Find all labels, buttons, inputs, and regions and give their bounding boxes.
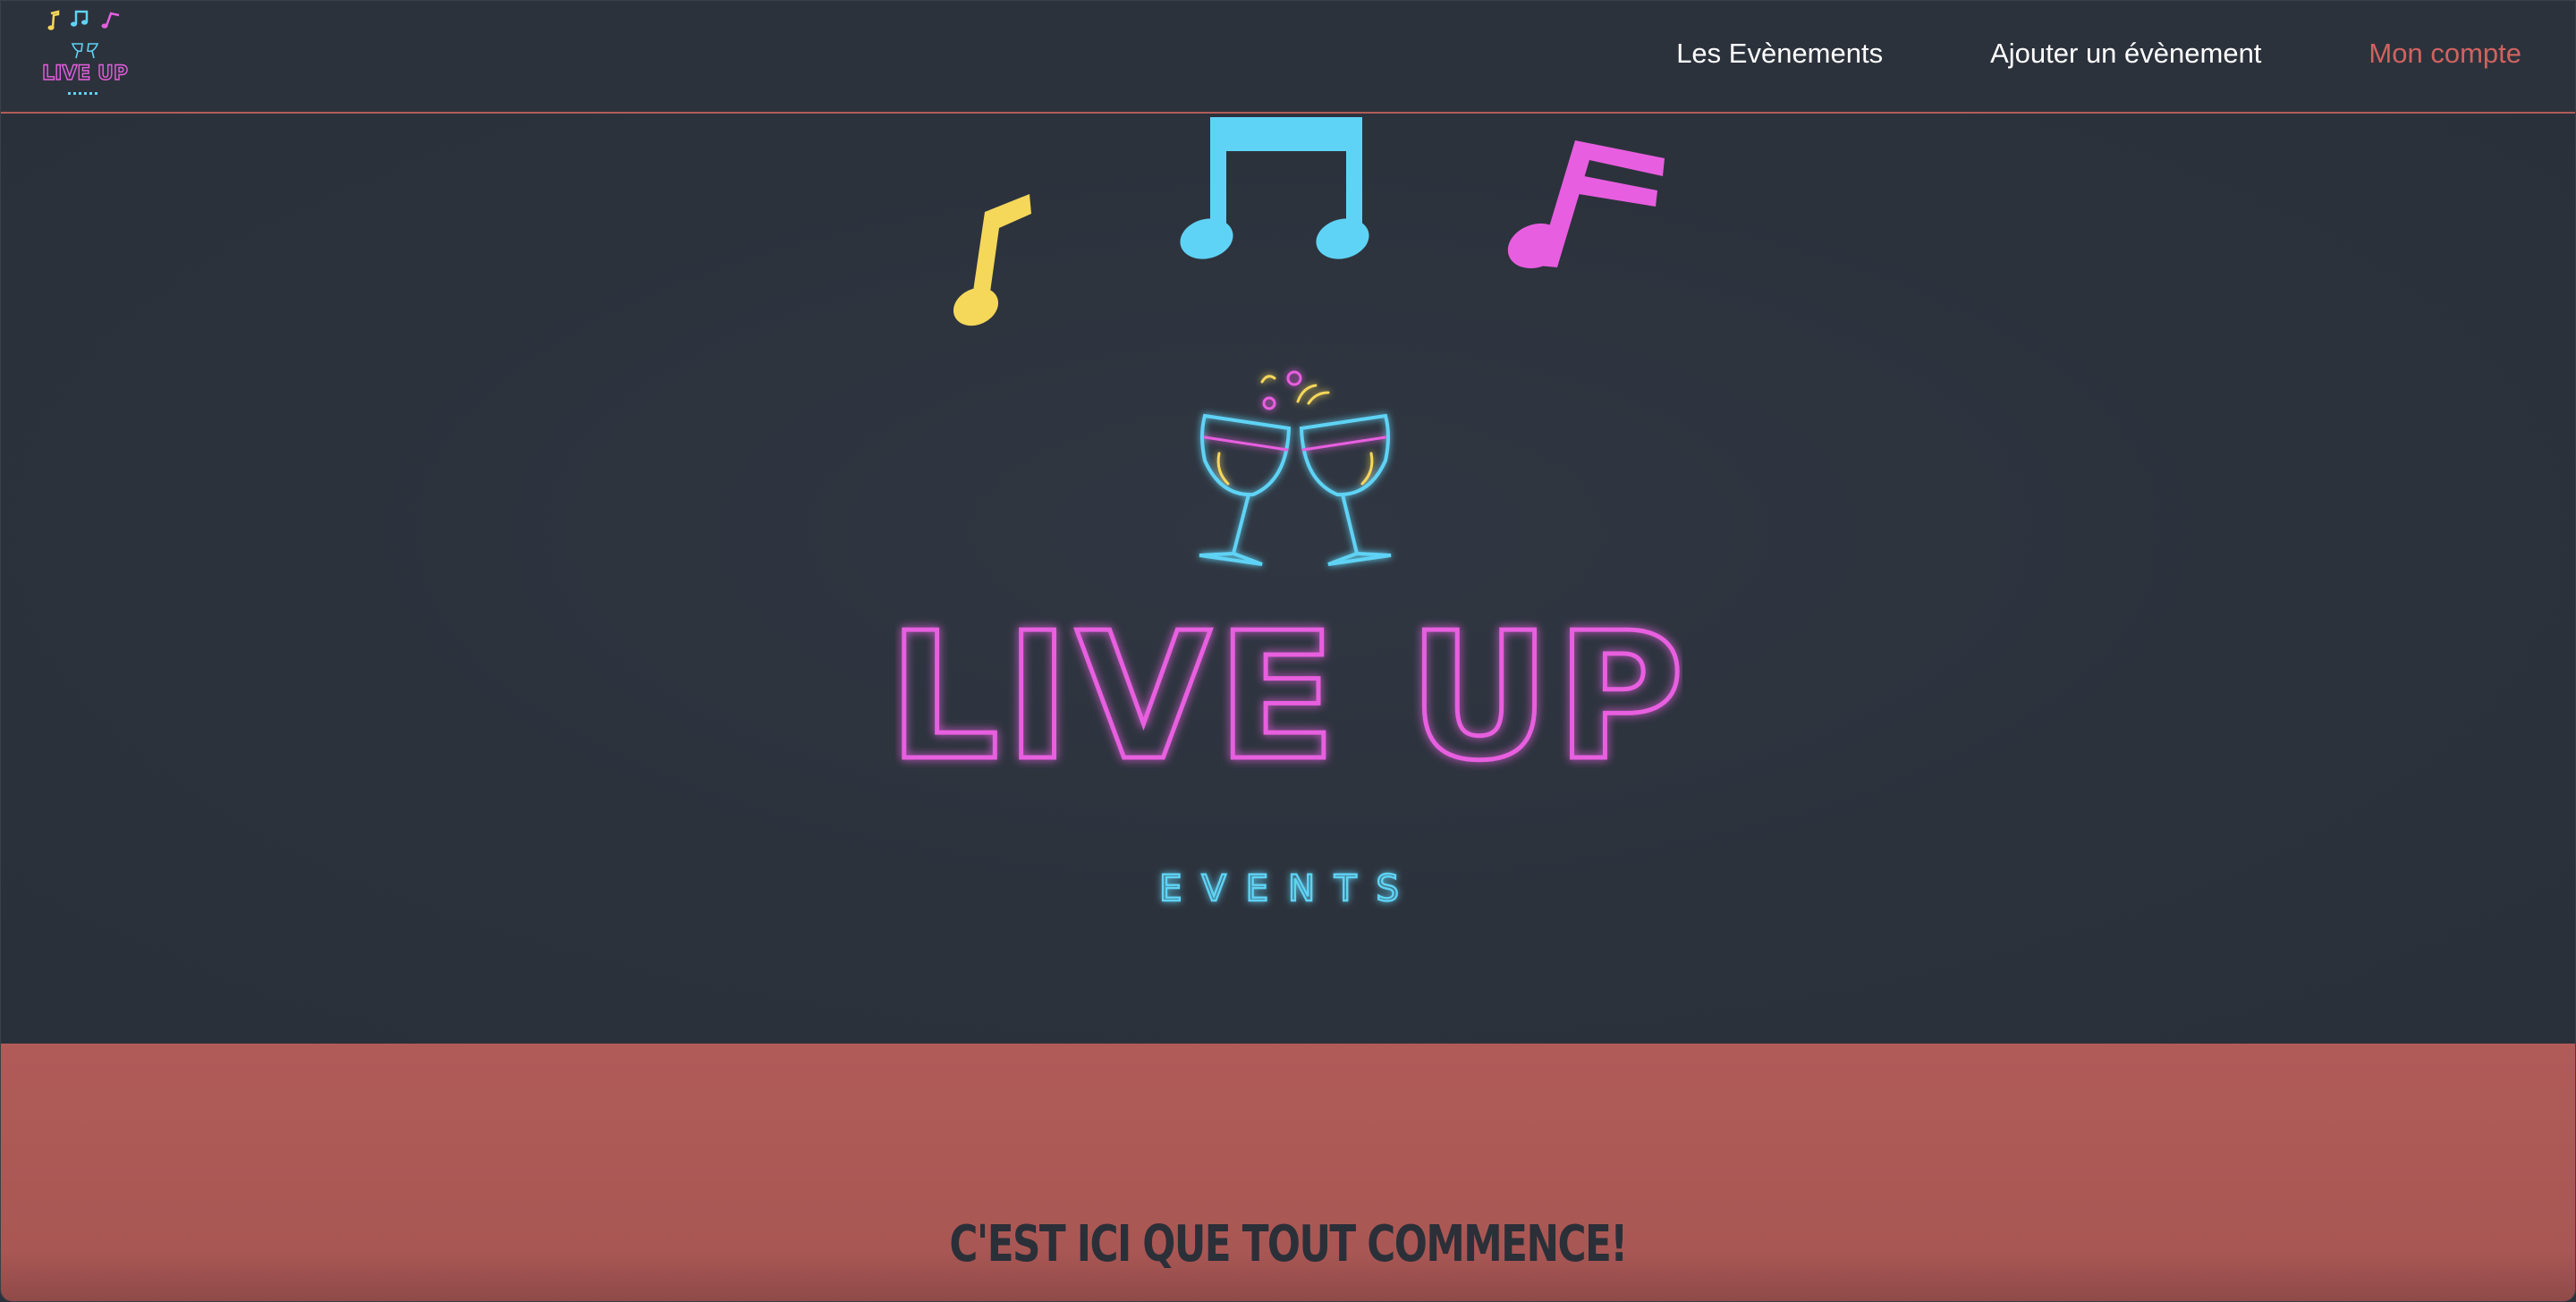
top-navbar: LIVE UP Les Evènements Ajouter un évènem… xyxy=(1,1,2575,114)
hero-section: LIVE UP EVENTS xyxy=(1,114,2575,1044)
logo-notes-icon xyxy=(47,10,120,30)
intro-band: C'EST ICI QUE TOUT COMMENCE! xyxy=(1,1044,2575,1301)
blue-double-note-icon xyxy=(1180,117,1369,259)
brand-subtitle: EVENTS xyxy=(1159,868,1419,909)
page: LIVE UP Les Evènements Ajouter un évènem… xyxy=(0,0,2576,1302)
nav-links: Les Evènements Ajouter un évènement Mon … xyxy=(1569,1,2521,106)
logo-glasses-icon xyxy=(71,43,99,59)
tagline-heading: C'EST ICI QUE TOUT COMMENCE! xyxy=(949,1215,1628,1273)
svg-text:LIVE UP: LIVE UP xyxy=(42,63,128,85)
toasting-glasses-icon xyxy=(1199,370,1392,566)
yellow-music-note-icon xyxy=(953,194,1031,326)
brand-title: LIVE UP xyxy=(895,596,1682,799)
hero-brand-art: LIVE UP EVENTS xyxy=(895,117,1682,910)
pink-music-note-icon xyxy=(1507,140,1665,269)
nav-link-events[interactable]: Les Evènements xyxy=(1676,38,1883,70)
site-logo[interactable]: LIVE UP xyxy=(40,6,130,99)
nav-link-my-account[interactable]: Mon compte xyxy=(2368,38,2521,70)
nav-link-add-event[interactable]: Ajouter un évènement xyxy=(1990,38,2261,70)
